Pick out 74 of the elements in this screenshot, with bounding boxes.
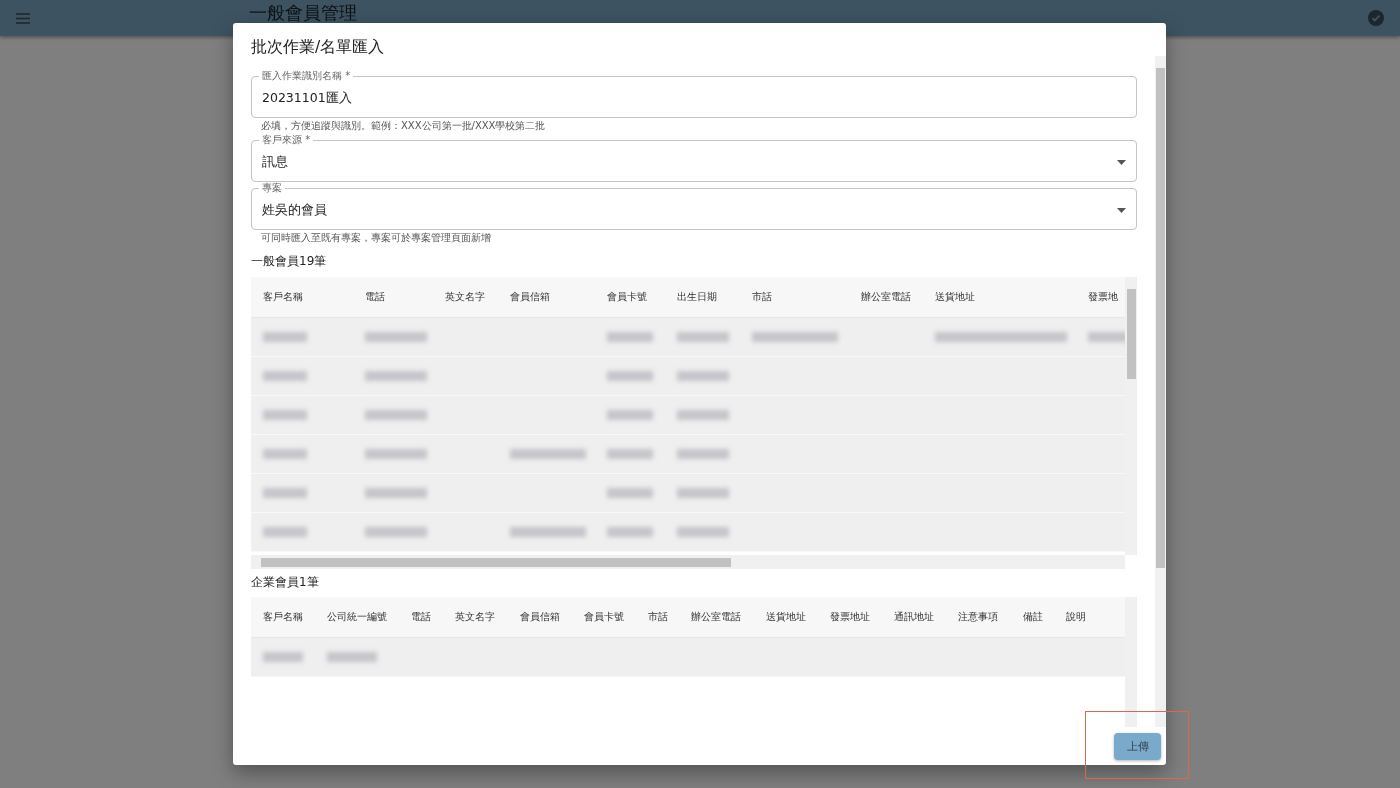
upload-button[interactable]: 上傳 — [1114, 732, 1161, 760]
blurred-text — [677, 410, 729, 420]
column-header[interactable]: 會員信箱 — [498, 277, 595, 317]
table-row[interactable] — [251, 435, 1125, 474]
column-header[interactable]: 送貨地址 — [754, 597, 818, 637]
blurred-text — [365, 488, 427, 498]
column-header[interactable]: 備註 — [1011, 597, 1054, 637]
horizontal-scrollbar[interactable] — [251, 555, 1125, 569]
column-header[interactable]: 會員卡號 — [572, 597, 636, 637]
blurred-text — [365, 332, 427, 342]
table-row[interactable] — [251, 513, 1125, 552]
column-header[interactable]: 送貨地址 — [923, 277, 1076, 317]
blurred-text — [607, 371, 653, 381]
column-header[interactable]: 市話 — [740, 277, 849, 317]
helper-text: 可同時匯入至既有專案，專案可於專案管理頁面新增 — [260, 231, 492, 245]
blurred-text — [263, 527, 307, 537]
column-header[interactable]: 公司統一編號 — [315, 597, 399, 637]
blurred-text — [365, 371, 427, 381]
table-row[interactable] — [251, 474, 1125, 513]
caret-icon — [1117, 207, 1126, 213]
column-header[interactable]: 會員卡號 — [595, 277, 665, 317]
blurred-text — [607, 410, 653, 420]
check-circle-icon[interactable] — [1368, 10, 1384, 26]
column-header[interactable]: 英文名字 — [433, 277, 498, 317]
blurred-text — [263, 410, 307, 420]
blurred-text — [263, 332, 307, 342]
input-field[interactable]: 匯入作業識別名稱 * 20231101匯入 — [251, 70, 1137, 118]
blurred-text — [607, 332, 653, 342]
select-field[interactable]: 客戶來源 * 訊息 — [251, 134, 1137, 182]
column-header[interactable]: 客戶名稱 — [251, 277, 353, 317]
column-header[interactable]: 發票地 — [1076, 277, 1125, 317]
table-row[interactable] — [251, 357, 1125, 396]
blurred-text — [607, 449, 653, 459]
column-header[interactable]: 通訊地址 — [882, 597, 946, 637]
menu-icon[interactable] — [16, 12, 30, 24]
blurred-text — [677, 488, 729, 498]
caret-icon — [1117, 159, 1126, 165]
select-field[interactable]: 專案 姓吳的會員 — [251, 182, 1137, 230]
blurred-text — [365, 527, 427, 537]
column-header[interactable]: 辦公室電話 — [679, 597, 754, 637]
blurred-text — [1088, 332, 1125, 342]
column-header[interactable]: 說明 — [1054, 597, 1098, 637]
blurred-text — [327, 652, 377, 662]
section-title: 一般會員19筆 — [251, 254, 328, 269]
blurred-text — [677, 527, 729, 537]
column-header[interactable]: 出生日期 — [665, 277, 740, 317]
column-header[interactable]: 辦公室電話 — [849, 277, 923, 317]
column-header[interactable]: 注意事項 — [946, 597, 1011, 637]
table-row[interactable] — [251, 318, 1125, 357]
blurred-text — [607, 527, 653, 537]
column-header[interactable]: 電話 — [399, 597, 443, 637]
vertical-scrollbar[interactable] — [1125, 597, 1137, 727]
column-header[interactable]: 英文名字 — [443, 597, 508, 637]
column-header[interactable]: 發票地址 — [818, 597, 882, 637]
blurred-text — [263, 449, 307, 459]
vertical-scrollbar[interactable] — [1155, 56, 1166, 727]
column-header[interactable]: 會員信箱 — [508, 597, 572, 637]
helper-text: 必填，方便追蹤與識別。範例：XXX公司第一批/XXX學校第二批 — [260, 119, 547, 133]
section-title: 企業會員1筆 — [251, 575, 320, 590]
table-row[interactable] — [251, 396, 1125, 435]
blurred-text — [677, 371, 729, 381]
dialog-title: 批次作業/名單匯入 — [250, 37, 386, 56]
blurred-text — [263, 652, 303, 662]
blurred-text — [365, 410, 427, 420]
blurred-text — [365, 449, 427, 459]
blurred-text — [263, 488, 307, 498]
column-header[interactable]: 市話 — [636, 597, 679, 637]
column-header[interactable]: 客戶名稱 — [251, 597, 315, 637]
blurred-text — [677, 332, 729, 342]
column-header[interactable]: 電話 — [353, 277, 433, 317]
blurred-text — [263, 371, 307, 381]
blurred-text — [607, 488, 653, 498]
blurred-text — [677, 449, 729, 459]
table-row[interactable] — [251, 638, 1125, 677]
